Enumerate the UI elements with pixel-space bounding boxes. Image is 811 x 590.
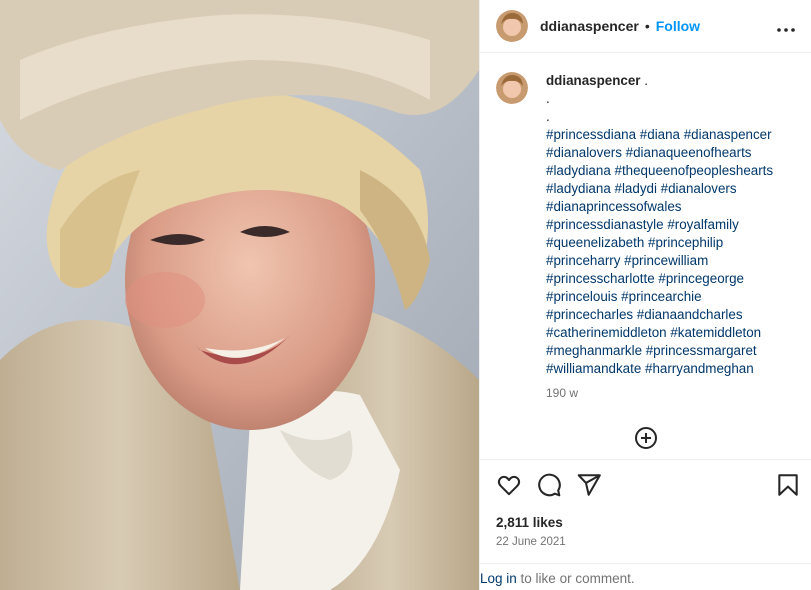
hashtag-line[interactable]: #ladydiana #ladydi #dianalovers [546, 180, 773, 198]
more-icon-glyph [777, 27, 795, 32]
add-comment-icon[interactable] [635, 427, 657, 449]
caption-avatar[interactable] [496, 72, 528, 104]
hashtag-line[interactable]: #princessdianastyle #royalfamily [546, 216, 773, 234]
hashtag-line[interactable]: #dianalovers #dianaqueenofhearts [546, 144, 773, 162]
post-image[interactable] [0, 0, 479, 590]
action-bar [496, 472, 801, 500]
header-username[interactable]: ddianaspencer [540, 18, 639, 34]
hashtag-line[interactable]: #catherinemiddleton #katemiddleton [546, 324, 773, 342]
post-age: 190 w [546, 386, 579, 400]
hashtag-line[interactable]: #queenelizabeth #princephilip [546, 234, 773, 252]
login-text: to like or comment. [516, 571, 635, 586]
caption-line: . [546, 91, 550, 106]
hashtag-line[interactable]: #meghanmarkle #princessmargaret [546, 342, 773, 360]
hashtag-line[interactable]: #princesscharlotte #princegeorge [546, 270, 773, 288]
avatar-image [496, 10, 528, 42]
caption-avatar-image [496, 72, 528, 104]
avatar[interactable] [496, 10, 528, 42]
like-count[interactable]: 2,811 likes [496, 515, 563, 530]
share-icon[interactable] [576, 472, 602, 498]
heart-icon-glyph [497, 475, 521, 496]
follow-button[interactable]: Follow [656, 18, 700, 34]
post-header: ddianaspencer • Follow [480, 0, 811, 53]
header-separator: • [644, 18, 650, 34]
divider [480, 459, 811, 460]
hashtag-line[interactable]: #princelouis #princearchie [546, 288, 773, 306]
bookmark-icon-glyph [778, 474, 798, 496]
bookmark-icon[interactable] [775, 472, 801, 498]
heart-icon[interactable] [496, 472, 522, 498]
post-side-panel: ddianaspencer • Follow ddianaspencer . .… [479, 0, 811, 590]
hashtag-line[interactable]: #williamandkate #harryandmeghan [546, 360, 773, 378]
hashtag-line[interactable]: #princeharry #princewilliam [546, 252, 773, 270]
caption-text: . [644, 73, 648, 88]
login-prompt: Log in to like or comment. [480, 571, 635, 586]
post-dialog: ddianaspencer • Follow ddianaspencer . .… [0, 0, 811, 590]
more-icon[interactable] [777, 16, 795, 37]
divider [480, 563, 811, 564]
caption: ddianaspencer . . . #princessdiana #dian… [496, 72, 801, 402]
hashtag-line[interactable]: #princessdiana #diana #dianaspencer [546, 126, 773, 144]
login-link[interactable]: Log in [480, 571, 517, 586]
hashtag-list: #princessdiana #diana #dianaspencer #dia… [546, 126, 773, 378]
hashtag-line[interactable]: #princecharles #dianaandcharles [546, 306, 773, 324]
portrait-photo [0, 0, 479, 590]
caption-username[interactable]: ddianaspencer [546, 73, 641, 88]
comment-icon[interactable] [536, 472, 562, 498]
caption-line: . [546, 109, 550, 124]
hashtag-line[interactable]: #ladydiana #thequeenofpeopleshearts [546, 162, 773, 180]
post-date: 22 June 2021 [496, 536, 566, 548]
caption-first-line: ddianaspencer . [546, 72, 773, 90]
hashtag-line[interactable]: #dianaprincessofwales [546, 198, 773, 216]
share-icon-glyph [577, 474, 601, 496]
caption-body: ddianaspencer . . . #princessdiana #dian… [546, 72, 773, 402]
comment-icon-glyph [538, 473, 561, 497]
